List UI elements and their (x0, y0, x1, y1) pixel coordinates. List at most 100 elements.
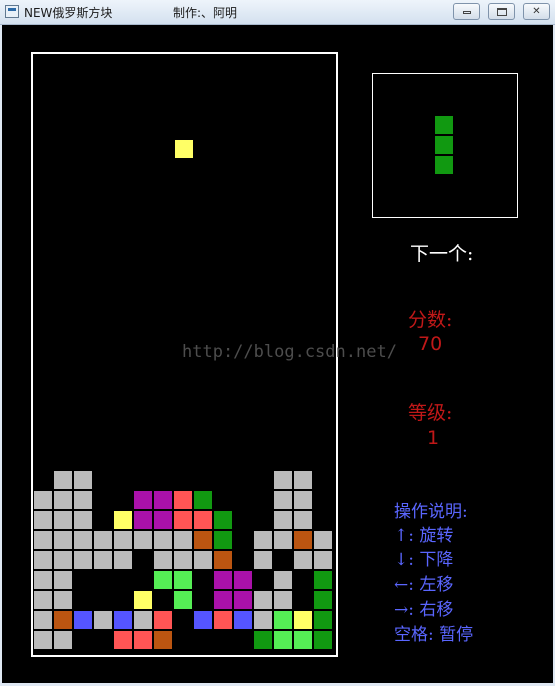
block-cell (54, 491, 72, 509)
block-cell (54, 471, 72, 489)
block-cell (114, 631, 132, 649)
block-cell (274, 491, 292, 509)
block-cell (134, 511, 152, 529)
block-cell (234, 571, 252, 589)
block-cell (54, 551, 72, 569)
author-credit: 制作:、阿明 (173, 6, 238, 20)
score-label: 分数: (408, 309, 453, 331)
block-cell (94, 611, 112, 629)
block-cell (294, 611, 312, 629)
block-cell (294, 491, 312, 509)
block-cell (194, 611, 212, 629)
block-cell (134, 611, 152, 629)
block-cell (254, 551, 272, 569)
block-cell (134, 591, 152, 609)
block-cell (74, 611, 92, 629)
game-area[interactable]: 下一个: 分数: 70 等级: 1 操作说明: ↑: 旋转 ↓: 下降 ←: 左… (2, 25, 553, 683)
block-cell (74, 491, 92, 509)
level-value: 1 (427, 427, 440, 449)
block-cell (234, 611, 252, 629)
block-cell (74, 531, 92, 549)
block-cell (254, 631, 272, 649)
next-piece-cell (435, 136, 453, 154)
next-piece-cell (435, 156, 453, 174)
block-cell (314, 531, 332, 549)
block-cell (214, 551, 232, 569)
help-rotate: ↑: 旋转 (394, 526, 454, 546)
block-cell (34, 571, 52, 589)
block-cell (294, 471, 312, 489)
block-cell (154, 531, 172, 549)
block-cell (274, 511, 292, 529)
title-bar: NEW俄罗斯方块 制作:、阿明 ✕ (0, 0, 555, 25)
watermark: http://blog.csdn.net/ (182, 342, 397, 362)
block-cell (114, 531, 132, 549)
block-cell (174, 491, 192, 509)
block-cell (294, 511, 312, 529)
block-cell (74, 471, 92, 489)
block-cell (194, 491, 212, 509)
block-cell (314, 591, 332, 609)
maximize-button[interactable] (488, 3, 515, 20)
level-label: 等级: (408, 402, 453, 424)
block-cell (114, 551, 132, 569)
block-cell (274, 471, 292, 489)
block-cell (274, 591, 292, 609)
block-cell (174, 551, 192, 569)
block-cell (274, 531, 292, 549)
minimize-button[interactable] (453, 3, 480, 20)
block-cell (114, 511, 132, 529)
block-cell (314, 611, 332, 629)
block-cell (194, 551, 212, 569)
help-title: 操作说明: (394, 502, 468, 522)
block-cell (94, 531, 112, 549)
block-cell (154, 551, 172, 569)
block-cell (54, 631, 72, 649)
block-cell (214, 531, 232, 549)
next-piece-label: 下一个: (410, 243, 474, 265)
block-cell (154, 511, 172, 529)
help-right: →: 右移 (394, 600, 454, 620)
block-cell (34, 591, 52, 609)
block-cell (174, 571, 192, 589)
app-icon (5, 5, 19, 18)
block-cell (134, 631, 152, 649)
help-drop: ↓: 下降 (394, 550, 454, 570)
help-left: ←: 左移 (394, 575, 454, 595)
block-cell (54, 591, 72, 609)
block-cell (34, 531, 52, 549)
block-cell (214, 591, 232, 609)
block-cell (294, 531, 312, 549)
block-cell (174, 591, 192, 609)
block-cell (74, 511, 92, 529)
score-value: 70 (418, 333, 443, 355)
block-cell (294, 631, 312, 649)
block-cell (194, 511, 212, 529)
help-pause: 空格: 暂停 (394, 625, 474, 645)
block-cell (214, 611, 232, 629)
maximize-icon (497, 8, 507, 16)
block-cell (54, 531, 72, 549)
next-piece-preview (372, 73, 518, 218)
block-cell (134, 491, 152, 509)
block-cell (254, 531, 272, 549)
block-cell (314, 631, 332, 649)
close-icon: ✕ (532, 6, 541, 17)
block-cell (94, 551, 112, 569)
block-cell (274, 631, 292, 649)
block-cell (34, 511, 52, 529)
block-cell (54, 571, 72, 589)
block-cell (254, 591, 272, 609)
block-cell (294, 551, 312, 569)
block-cell (274, 571, 292, 589)
block-cell (174, 511, 192, 529)
block-cell (114, 611, 132, 629)
window-title: NEW俄罗斯方块 (24, 6, 113, 20)
block-cell (174, 531, 192, 549)
block-cell (214, 571, 232, 589)
block-cell (34, 491, 52, 509)
block-cell (154, 611, 172, 629)
close-button[interactable]: ✕ (523, 3, 550, 20)
block-cell (154, 631, 172, 649)
next-piece-cell (435, 116, 453, 134)
